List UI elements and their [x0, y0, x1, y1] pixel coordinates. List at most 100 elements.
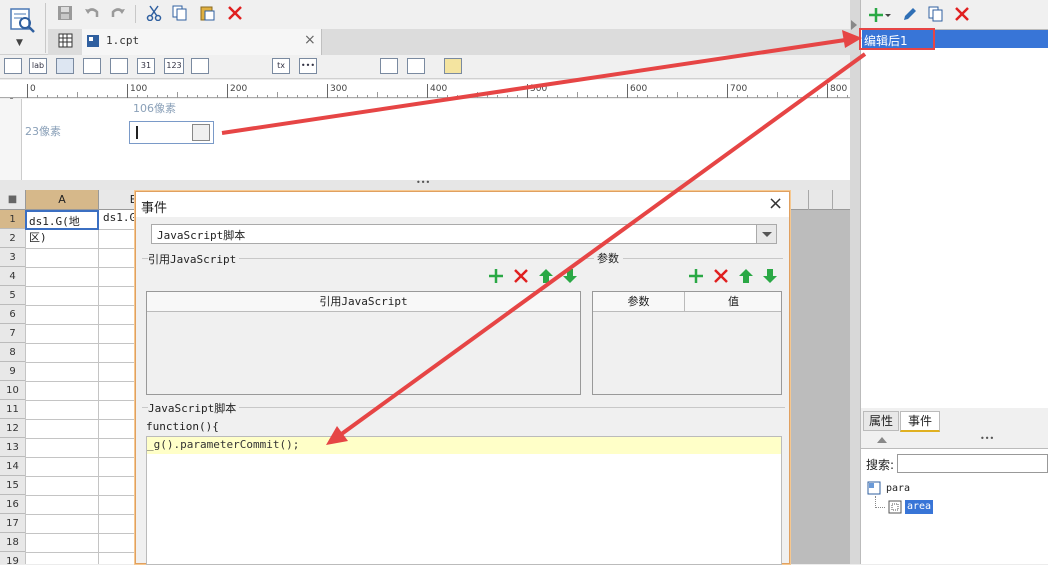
- row-header[interactable]: 1: [0, 210, 25, 229]
- ref-move-up-button[interactable]: [538, 268, 554, 284]
- row-header[interactable]: 2: [0, 229, 25, 248]
- ref-move-down-button[interactable]: [562, 268, 578, 284]
- new-report-button[interactable]: [57, 32, 75, 50]
- paste-button[interactable]: [198, 4, 216, 22]
- cut-button[interactable]: [145, 4, 163, 22]
- widget-check-button[interactable]: [245, 58, 263, 74]
- param-add-button[interactable]: [688, 268, 704, 284]
- row-header[interactable]: 7: [0, 324, 25, 343]
- row-header[interactable]: 18: [0, 533, 25, 552]
- widget-textarea-button[interactable]: tx: [272, 58, 290, 74]
- cell-b1[interactable]: ds1.G: [100, 210, 136, 229]
- chevron-down-icon: ▼: [16, 38, 23, 48]
- event-add-button[interactable]: [868, 6, 892, 24]
- tree-item-area[interactable]: area: [905, 500, 933, 514]
- ruler-tick: [27, 84, 28, 98]
- widget-height-label: 23像素: [25, 125, 61, 138]
- panel-splitter[interactable]: •••: [980, 434, 994, 443]
- widget-frame-button[interactable]: [407, 58, 425, 74]
- column-header-a[interactable]: A: [25, 190, 98, 209]
- ruler-minor-tick: [297, 95, 298, 98]
- tree-item-para[interactable]: para: [886, 483, 910, 494]
- row-header[interactable]: 9: [0, 362, 25, 381]
- event-type-select[interactable]: JavaScript脚本: [151, 224, 777, 244]
- select-arrow-button[interactable]: [756, 225, 776, 243]
- column-grid-line: [25, 210, 26, 564]
- undo-button[interactable]: [83, 4, 101, 22]
- ruler-minor-tick: [357, 95, 358, 98]
- widget-filelist-button[interactable]: [380, 58, 398, 74]
- ruler-minor-tick: [187, 95, 188, 98]
- panel-collapse-arrow[interactable]: [877, 437, 887, 443]
- vertical-ruler: [0, 99, 22, 180]
- splitter-handle[interactable]: •••: [416, 178, 430, 187]
- row-header[interactable]: 11: [0, 400, 25, 419]
- vertical-scrollbar-track[interactable]: [850, 0, 860, 564]
- search-label: 搜索:: [866, 458, 895, 472]
- widget-date-button[interactable]: 31: [137, 58, 155, 74]
- widget-treecombo-button[interactable]: [353, 58, 371, 74]
- ref-delete-button[interactable]: [513, 268, 529, 284]
- collapse-arrow[interactable]: [851, 20, 857, 30]
- ruler-tick: [527, 84, 528, 98]
- row-header[interactable]: 15: [0, 476, 25, 495]
- ref-add-button[interactable]: [488, 268, 504, 284]
- row-header[interactable]: 19: [0, 552, 25, 564]
- row-header[interactable]: 10: [0, 381, 25, 400]
- widget-textbox-button[interactable]: [4, 58, 22, 74]
- copy-button[interactable]: [171, 4, 189, 22]
- widget-button-button[interactable]: [56, 58, 74, 74]
- search-input[interactable]: [897, 454, 1048, 473]
- widget-checkgroup-button[interactable]: [326, 58, 344, 74]
- row-header[interactable]: 3: [0, 248, 25, 267]
- tab-1-cpt[interactable]: 1.cpt ×: [82, 29, 322, 55]
- ruler-minor-tick: [487, 95, 488, 98]
- param-move-down-button[interactable]: [762, 268, 778, 284]
- row-header[interactable]: 12: [0, 419, 25, 438]
- widget-tree-button[interactable]: [191, 58, 209, 74]
- row-header[interactable]: 17: [0, 514, 25, 533]
- cell-a1[interactable]: ds1.G(地区): [25, 210, 99, 244]
- ref-js-group-label: 引用JavaScript: [148, 251, 240, 267]
- ruler-minor-tick: [617, 95, 618, 98]
- param-column-header: 参数: [593, 292, 685, 312]
- widget-number-button[interactable]: 123: [164, 58, 184, 74]
- row-header[interactable]: 16: [0, 495, 25, 514]
- grid-add-icon: [58, 33, 73, 48]
- widget-radio-button[interactable]: [218, 58, 236, 74]
- ruler-tick: [227, 84, 228, 98]
- row-header[interactable]: 8: [0, 343, 25, 362]
- ruler-minor-tick: [707, 95, 708, 98]
- event-delete-button[interactable]: [954, 6, 970, 22]
- area-tree-combo-widget[interactable]: [129, 121, 214, 144]
- row-header[interactable]: 13: [0, 438, 25, 457]
- param-delete-button[interactable]: [713, 268, 729, 284]
- redo-button[interactable]: [109, 4, 127, 22]
- ruler-minor-tick: [807, 95, 808, 98]
- tab-events[interactable]: 事件: [900, 411, 940, 432]
- dialog-close-icon[interactable]: ×: [768, 193, 783, 214]
- row-header[interactable]: 4: [0, 267, 25, 286]
- plus-dropdown-icon: [869, 8, 891, 22]
- save-button[interactable]: [56, 4, 74, 22]
- tab-close-icon[interactable]: ×: [304, 32, 316, 48]
- script-editor[interactable]: _g().parameterCommit();: [146, 436, 782, 565]
- row-header[interactable]: 5: [0, 286, 25, 305]
- select-all-corner[interactable]: ■: [0, 190, 25, 209]
- ruler-minor-tick: [87, 95, 88, 98]
- delete-button[interactable]: [226, 4, 244, 22]
- row-header[interactable]: 14: [0, 457, 25, 476]
- event-dialog: 事件 × JavaScript脚本 引用JavaScript 引用JavaScr…: [135, 191, 790, 565]
- widget-label-button[interactable]: lab: [29, 58, 47, 74]
- widget-combo-button[interactable]: [83, 58, 101, 74]
- widget-password-button[interactable]: •••: [299, 58, 317, 74]
- row-header[interactable]: 6: [0, 305, 25, 324]
- widget-edit-button[interactable]: [444, 58, 462, 74]
- tab-properties[interactable]: 属性: [863, 411, 899, 431]
- ruler-minor-tick: [467, 95, 468, 98]
- widget-list-button[interactable]: [110, 58, 128, 74]
- app-menu-button[interactable]: ▼: [4, 4, 40, 52]
- event-edit-button[interactable]: [902, 6, 918, 22]
- param-move-up-button[interactable]: [738, 268, 754, 284]
- event-copy-button[interactable]: [928, 6, 944, 22]
